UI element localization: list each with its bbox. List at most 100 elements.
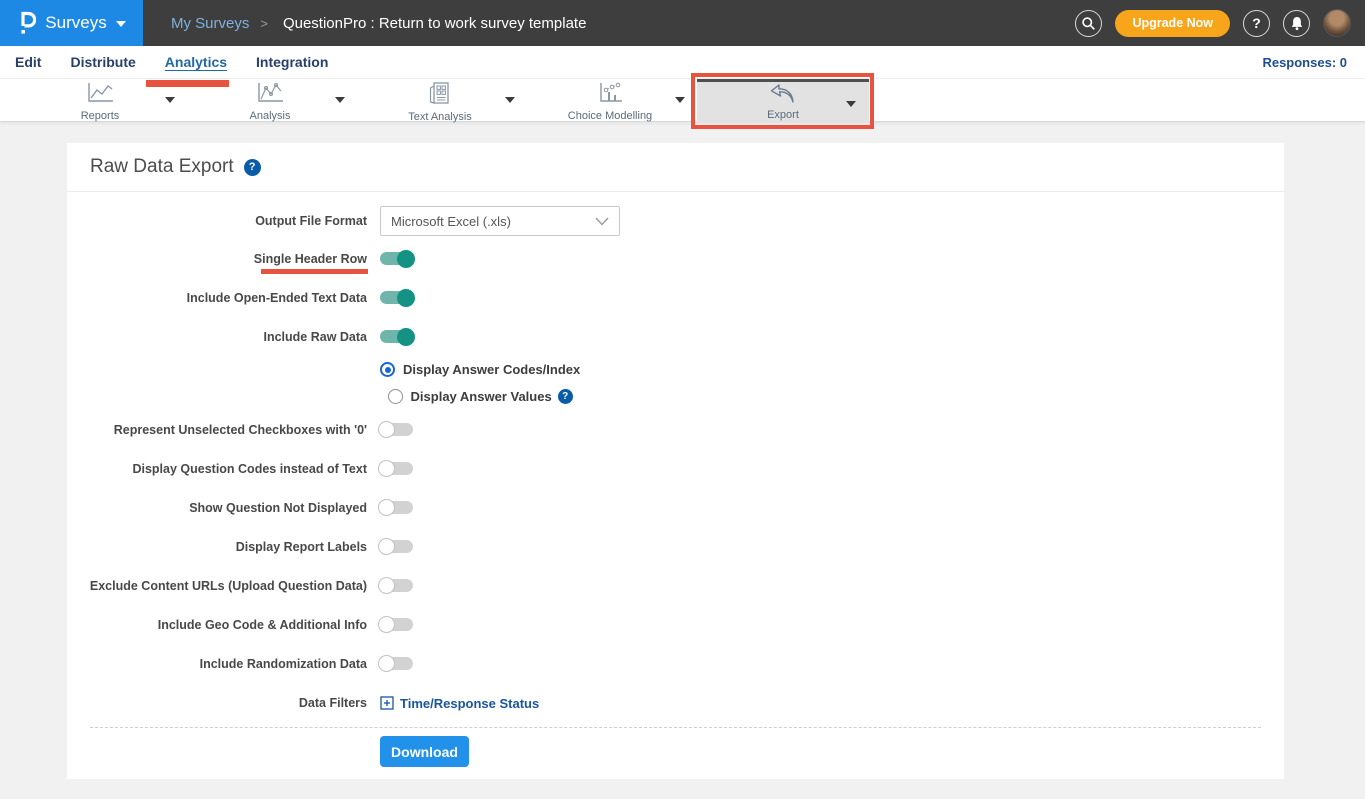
answer-display-radio-group: Display Answer Codes/Index Display Answe… bbox=[67, 356, 1284, 410]
toolbar-item-text-analysis[interactable]: Text Analysis bbox=[370, 82, 510, 123]
toolbar-item-reports[interactable]: Reports bbox=[30, 82, 170, 122]
button-row: Download bbox=[67, 728, 1284, 779]
toggle-label: Show Question Not Displayed bbox=[67, 501, 367, 515]
toggle-knob bbox=[378, 421, 395, 438]
toggle-exclude-content-urls[interactable] bbox=[380, 579, 413, 592]
toggle-knob bbox=[378, 499, 395, 516]
toggle-include-geo-code[interactable] bbox=[380, 618, 413, 631]
help-icon[interactable]: ? bbox=[558, 389, 573, 404]
reports-chart-icon bbox=[85, 82, 115, 109]
toggle-row: Include Raw Data bbox=[67, 317, 1284, 356]
toggle-knob bbox=[378, 616, 395, 633]
data-filters-label: Data Filters bbox=[67, 696, 367, 710]
surveys-menu[interactable]: Surveys bbox=[0, 0, 143, 46]
raw-data-export-panel: Raw Data Export ? Output File Format Mic… bbox=[67, 143, 1284, 779]
questionpro-logo-icon bbox=[17, 10, 36, 37]
time-response-status-link[interactable]: Time/Response Status bbox=[380, 696, 539, 711]
toggle-represent-unselected-checkboxes[interactable] bbox=[380, 423, 413, 436]
radio-selected-icon[interactable] bbox=[380, 362, 395, 377]
text-analysis-caret-down-icon[interactable] bbox=[505, 97, 515, 103]
toggle-knob bbox=[397, 250, 415, 268]
export-settings-form: Output File Format Microsoft Excel (.xls… bbox=[67, 192, 1284, 779]
toolbar-item-choice-modelling[interactable]: Choice Modelling bbox=[540, 82, 680, 122]
toggle-label: Display Report Labels bbox=[67, 540, 367, 554]
panel-title: Raw Data Export bbox=[90, 156, 234, 178]
search-icon[interactable] bbox=[1075, 10, 1102, 37]
caret-down-icon bbox=[116, 21, 126, 27]
toolbar-item-label: Export bbox=[767, 109, 799, 121]
toggle-display-question-codes[interactable] bbox=[380, 462, 413, 475]
toggle-include-open-ended-text-data[interactable] bbox=[380, 291, 413, 304]
toggle-show-question-not-displayed[interactable] bbox=[380, 501, 413, 514]
toggle-display-report-labels[interactable] bbox=[380, 540, 413, 553]
analysis-chart-icon bbox=[255, 82, 285, 109]
toggle-label: Include Geo Code & Additional Info bbox=[67, 618, 367, 632]
header-actions: Upgrade Now ? bbox=[1075, 9, 1365, 37]
toggle-row: Include Geo Code & Additional Info bbox=[67, 605, 1284, 644]
export-arrow-icon bbox=[768, 84, 798, 109]
output-format-label: Output File Format bbox=[67, 214, 367, 228]
choice-modelling-icon bbox=[596, 82, 624, 109]
radio-unselected-icon[interactable] bbox=[388, 389, 403, 404]
output-format-select[interactable]: Microsoft Excel (.xls) bbox=[380, 206, 620, 236]
toggle-row: Exclude Content URLs (Upload Question Da… bbox=[67, 566, 1284, 605]
toggle-include-randomization-data[interactable] bbox=[380, 657, 413, 670]
toggle-row: Include Open-Ended Text Data bbox=[67, 278, 1284, 317]
panel-header: Raw Data Export ? bbox=[67, 143, 1284, 192]
toggle-include-raw-data[interactable] bbox=[380, 330, 413, 343]
toolbar-item-label: Reports bbox=[81, 110, 120, 122]
breadcrumb-my-surveys[interactable]: My Surveys bbox=[171, 15, 249, 32]
tab-integration[interactable]: Integration bbox=[256, 54, 328, 70]
questionpro-app: Surveys My Surveys > QuestionPro : Retur… bbox=[0, 0, 1365, 799]
help-ring-icon[interactable]: ? bbox=[1243, 10, 1270, 37]
upgrade-now-button[interactable]: Upgrade Now bbox=[1115, 10, 1230, 37]
export-caret-down-icon[interactable] bbox=[846, 101, 856, 107]
chevron-down-icon bbox=[595, 214, 609, 229]
output-format-value: Microsoft Excel (.xls) bbox=[391, 214, 511, 229]
toggle-label: Include Randomization Data bbox=[67, 657, 367, 671]
toggle-row: Display Question Codes instead of Text bbox=[67, 449, 1284, 488]
toggle-group-top: Single Header Row Include Open-Ended Tex… bbox=[67, 239, 1284, 356]
toggle-label: Single Header Row bbox=[67, 252, 367, 266]
plus-square-icon bbox=[380, 696, 394, 710]
toggle-row: Include Randomization Data bbox=[67, 644, 1284, 683]
toggle-label: Exclude Content URLs (Upload Question Da… bbox=[67, 579, 367, 593]
toggle-single-header-row[interactable] bbox=[380, 252, 413, 265]
toggle-knob bbox=[378, 655, 395, 672]
toggle-row: Show Question Not Displayed bbox=[67, 488, 1284, 527]
tab-distribute[interactable]: Distribute bbox=[70, 54, 135, 70]
toolbar-item-label: Choice Modelling bbox=[568, 110, 652, 122]
toggle-knob bbox=[378, 460, 395, 477]
tab-analytics[interactable]: Analytics bbox=[165, 54, 227, 70]
toggle-label: Include Raw Data bbox=[67, 330, 367, 344]
toolbar-item-label: Text Analysis bbox=[408, 111, 472, 123]
section-tabs: Edit Distribute Analytics Integration Re… bbox=[0, 46, 1365, 78]
page-title: QuestionPro : Return to work survey temp… bbox=[283, 15, 586, 32]
radio-display-answer-codes[interactable]: Display Answer Codes/Index bbox=[380, 356, 580, 383]
app-name: Surveys bbox=[45, 13, 106, 33]
toggle-knob bbox=[397, 289, 415, 307]
help-icon[interactable]: ? bbox=[244, 159, 261, 176]
toggle-row: Represent Unselected Checkboxes with '0' bbox=[67, 410, 1284, 449]
avatar[interactable] bbox=[1323, 9, 1351, 37]
toggle-label: Represent Unselected Checkboxes with '0' bbox=[67, 423, 367, 437]
bell-icon[interactable] bbox=[1283, 10, 1310, 37]
responses-count: Responses: 0 bbox=[1262, 55, 1365, 70]
toggle-row: Display Report Labels bbox=[67, 527, 1284, 566]
download-button[interactable]: Download bbox=[380, 736, 469, 767]
tab-edit[interactable]: Edit bbox=[15, 54, 41, 70]
toolbar-item-export[interactable]: Export bbox=[697, 79, 869, 123]
radio-display-answer-values[interactable]: Display Answer Values ? bbox=[388, 383, 573, 410]
top-header: Surveys My Surveys > QuestionPro : Retur… bbox=[0, 0, 1365, 46]
toggle-knob bbox=[397, 328, 415, 346]
data-filters-row: Data Filters Time/Response Status bbox=[67, 683, 1284, 723]
toolbar-item-label: Analysis bbox=[250, 110, 291, 122]
choice-modelling-caret-down-icon[interactable] bbox=[675, 97, 685, 103]
toggle-knob bbox=[378, 577, 395, 594]
analysis-caret-down-icon[interactable] bbox=[335, 97, 345, 103]
reports-caret-down-icon[interactable] bbox=[165, 97, 175, 103]
toggle-row: Single Header Row bbox=[67, 239, 1284, 278]
toolbar-item-analysis[interactable]: Analysis bbox=[200, 82, 340, 122]
output-format-row: Output File Format Microsoft Excel (.xls… bbox=[67, 203, 1284, 239]
toggle-label: Include Open-Ended Text Data bbox=[67, 291, 367, 305]
